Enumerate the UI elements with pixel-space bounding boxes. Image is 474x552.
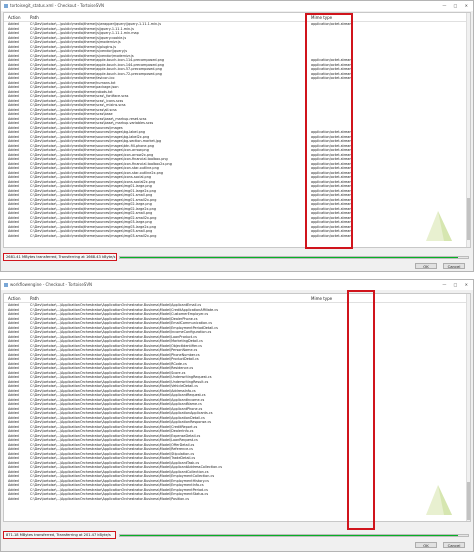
window-title: workflowengine - Checkout - TortoiseSVN bbox=[10, 282, 93, 287]
column-header-action[interactable]: Action bbox=[8, 13, 21, 22]
column-header-mime-type[interactable]: Mime type bbox=[311, 294, 332, 303]
scrollbar-thumb[interactable] bbox=[467, 482, 470, 520]
list-rows: Added C:\Dev\tortoise\...\ApplicationOrch… bbox=[4, 303, 470, 501]
results-list[interactable]: Action Path Mime type Added C:\Dev\tortoi… bbox=[3, 293, 471, 522]
window-title: tortoisegit_status.xml - Checkout - Tort… bbox=[10, 3, 104, 8]
ok-button[interactable]: OK bbox=[415, 263, 437, 269]
vertical-scrollbar[interactable] bbox=[466, 294, 470, 521]
row-path: C:\Dev\tortoise\...\ApplicationOrchestra… bbox=[30, 496, 190, 501]
column-header-path[interactable]: Path bbox=[30, 294, 39, 303]
checkout-window-2: workflowengine - Checkout - TortoiseSVN … bbox=[0, 279, 474, 552]
window-titlebar[interactable]: tortoisegit_status.xml - Checkout - Tort… bbox=[1, 1, 473, 11]
row-path: C:\Dev\tortoise\...\public\media\theme\s… bbox=[30, 233, 157, 238]
window-controls[interactable]: — □ ✕ bbox=[442, 280, 471, 290]
mime-type-highlight-box bbox=[347, 290, 375, 530]
column-header-action[interactable]: Action bbox=[8, 294, 21, 303]
column-header-path[interactable]: Path bbox=[30, 13, 39, 22]
list-header: Action Path Mime type bbox=[4, 13, 470, 22]
transfer-status: 871.18 MBytes transferred, Transferring … bbox=[3, 531, 116, 539]
transfer-status: 2681.41 MBytes transferred, Transferring… bbox=[3, 253, 117, 261]
progress-bar bbox=[119, 534, 469, 537]
app-icon bbox=[4, 283, 8, 287]
progress-fill bbox=[120, 257, 458, 258]
tortoise-watermark-icon bbox=[426, 485, 452, 515]
checkout-window-1: tortoisegit_status.xml - Checkout - Tort… bbox=[0, 0, 474, 272]
table-row[interactable]: Added C:\Dev\tortoise\...\ApplicationOrch… bbox=[4, 497, 470, 502]
list-header: Action Path Mime type bbox=[4, 294, 470, 303]
table-row[interactable]: Added C:\Dev\tortoise\...\public\media\th… bbox=[4, 234, 470, 239]
list-rows: Added C:\Dev\tortoise\...\public\media\th… bbox=[4, 22, 470, 238]
tortoise-watermark-icon bbox=[426, 211, 452, 241]
progress-fill bbox=[120, 535, 458, 536]
results-list[interactable]: Action Path Mime type Added C:\Dev\tortoi… bbox=[3, 12, 471, 248]
row-action: Added bbox=[8, 496, 19, 501]
cancel-button[interactable]: Cancel bbox=[443, 542, 465, 548]
mime-type-highlight-box bbox=[305, 13, 353, 249]
cancel-button[interactable]: Cancel bbox=[443, 263, 465, 269]
vertical-scrollbar[interactable] bbox=[466, 13, 470, 247]
row-action: Added bbox=[8, 233, 19, 238]
progress-bar bbox=[119, 256, 469, 259]
app-icon bbox=[4, 4, 8, 8]
window-controls[interactable]: — □ ✕ bbox=[442, 1, 471, 11]
ok-button[interactable]: OK bbox=[415, 542, 437, 548]
window-titlebar[interactable]: workflowengine - Checkout - TortoiseSVN … bbox=[1, 280, 473, 290]
scrollbar-thumb[interactable] bbox=[467, 198, 470, 240]
